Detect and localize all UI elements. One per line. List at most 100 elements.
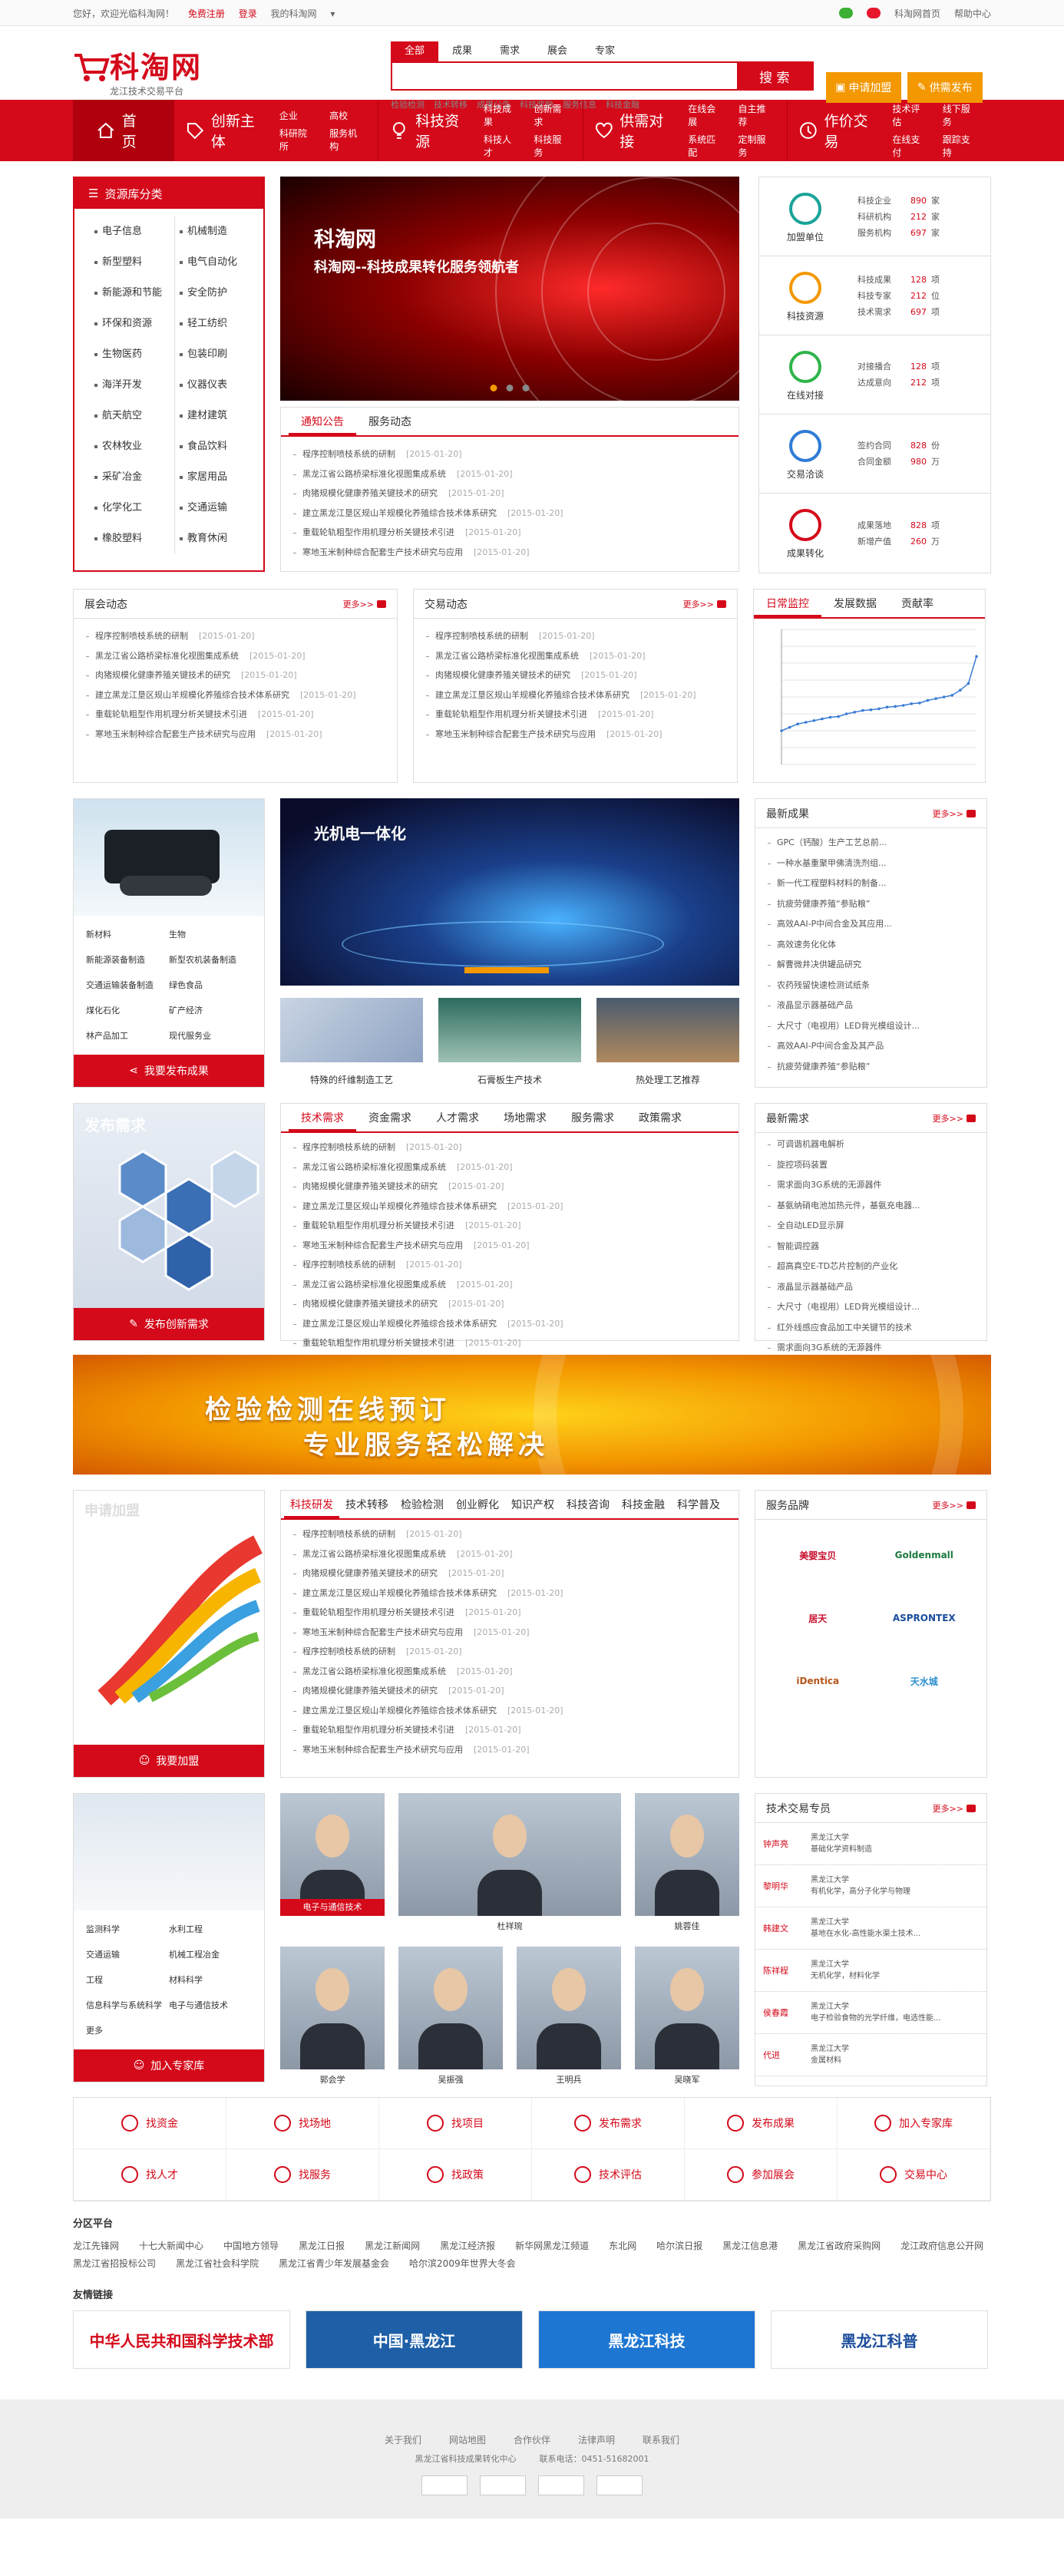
category-item[interactable]: 农林牧业 xyxy=(94,431,175,462)
contact-row[interactable]: 代进 黑龙江大学 金属材料 xyxy=(755,2034,986,2076)
badge-icon[interactable] xyxy=(421,2475,468,2495)
quick-link[interactable]: 加入专家库 xyxy=(838,2098,990,2149)
regional-link[interactable]: 哈尔滨日报 xyxy=(656,2239,702,2252)
nav-sub[interactable]: 科技服务 xyxy=(534,133,570,159)
badge-icon[interactable] xyxy=(480,2475,526,2495)
list-item[interactable]: 全自动LED显示屏 xyxy=(768,1216,974,1237)
news-title[interactable]: 肉猪规模化健康养殖关键技术的研究 xyxy=(302,1686,438,1696)
list-item[interactable]: 农药残留快速检测试纸条 xyxy=(768,976,974,996)
list-item[interactable]: 抗疲劳健康养殖“参贴粮” xyxy=(768,1057,974,1078)
news-title[interactable]: 建立黑龙江垦区规山羊规模化养殖综合技术体系研究 xyxy=(302,1588,497,1598)
industry-tag[interactable]: 新材料 xyxy=(86,922,169,947)
regional-link[interactable]: 黑龙江省社会科学院 xyxy=(176,2257,259,2270)
nav-sub[interactable]: 定制服务 xyxy=(739,133,775,159)
category-item[interactable]: 新能源和节能 xyxy=(94,278,175,309)
expert-card[interactable]: 电子与通信技术 xyxy=(280,1793,385,1933)
news-item[interactable]: 建立黑龙江垦区规山羊规模化养殖综合技术体系研究 [2015-01-20] xyxy=(293,1584,726,1603)
search-tab-expo[interactable]: 展会 xyxy=(534,41,581,61)
news-item[interactable]: 程序控制喷枝系统的研制 [2015-01-20] xyxy=(293,1138,726,1158)
brand-logo[interactable]: Goldenmall xyxy=(871,1526,978,1584)
brand-logo[interactable]: 美婴宝贝 xyxy=(765,1526,871,1584)
search-input[interactable] xyxy=(392,63,737,89)
nav-sub[interactable]: 高校 xyxy=(329,109,365,122)
more-link[interactable]: 更多>> xyxy=(933,1112,976,1125)
list-item[interactable]: 液晶显示器基础产品 xyxy=(768,1277,974,1298)
quick-link[interactable]: 找项目 xyxy=(379,2098,532,2149)
news-title[interactable]: 肉猪规模化健康养殖关键技术的研究 xyxy=(302,1181,438,1191)
category-item[interactable]: 机械制造 xyxy=(175,216,256,247)
list-item[interactable]: 智能调控器 xyxy=(768,1237,974,1257)
news-title[interactable]: 程序控制喷枝系统的研制 xyxy=(302,449,395,459)
category-item[interactable]: 教育休闲 xyxy=(175,523,256,554)
news-title[interactable]: 黑龙江省公路桥梁标准化视图集成系统 xyxy=(302,1162,446,1172)
nav-trade[interactable]: 作价交易 技术评估 线下服务 在线支付 跟踪支持 xyxy=(788,100,991,161)
news-title[interactable]: 肉猪规模化健康养殖关键技术的研究 xyxy=(302,1568,438,1578)
regional-link[interactable]: 黑龙江省政府采购网 xyxy=(798,2239,881,2252)
news-title[interactable]: 黑龙江省公路桥梁标准化视图集成系统 xyxy=(95,651,239,661)
news-item[interactable]: 黑龙江省公路桥梁标准化视图集成系统 [2015-01-20] xyxy=(293,1158,726,1177)
expert-card[interactable]: 吴晓军 xyxy=(635,1947,739,2086)
list-item[interactable]: 高效速务化化体 xyxy=(768,935,974,956)
category-item[interactable]: 家居用品 xyxy=(175,462,256,493)
news-item[interactable]: 寒地玉米制种综合配套生产技术研究与应用 [2015-01-20] xyxy=(86,725,385,745)
expert-field-tag[interactable]: 机械工程冶金 xyxy=(169,1942,252,1967)
wechat-icon[interactable] xyxy=(838,8,853,18)
news-title[interactable]: 程序控制喷枝系统的研制 xyxy=(302,1529,395,1539)
industry-tag[interactable]: 矿产经济 xyxy=(169,998,252,1023)
expert-card[interactable]: 姚蓉佳 xyxy=(635,1793,739,1933)
carousel-dot[interactable] xyxy=(506,385,514,391)
footer-link[interactable]: 合作伙伴 xyxy=(514,2433,550,2446)
carousel-dot[interactable] xyxy=(522,385,530,391)
list-item[interactable]: 旋控项码装置 xyxy=(768,1155,974,1176)
footer-link[interactable]: 法律声明 xyxy=(578,2433,615,2446)
list-item[interactable]: 大尺寸（电视用）LED背光模组设计... xyxy=(768,1297,974,1318)
contact-row[interactable]: 韩建文 黑龙江大学 基地在水化-高性能水渠土技术... xyxy=(755,1907,986,1950)
news-item[interactable]: 建立黑龙江垦区规山羊规模化养殖综合技术体系研究 [2015-01-20] xyxy=(293,1197,726,1217)
news-item[interactable]: 程序控制喷枝系统的研制 [2015-01-20] xyxy=(293,444,726,464)
tab-service[interactable]: 技术转移 xyxy=(339,1491,395,1518)
category-item[interactable]: 仪器仪表 xyxy=(175,370,256,401)
news-title[interactable]: 肉猪规模化健康养殖关键技术的研究 xyxy=(302,488,438,498)
nav-innovation[interactable]: 创新主体 企业 高校 科研院所 服务机构 xyxy=(174,100,379,161)
industry-tag[interactable]: 现代服务业 xyxy=(169,1023,252,1049)
nav-resources[interactable]: 科技资源 科技成果 创新需求 科技人才 科技服务 xyxy=(378,100,583,161)
join-expert-button[interactable]: ☺ 加入专家库 xyxy=(74,2049,264,2082)
news-title[interactable]: 寒地玉米制种综合配套生产技术研究与应用 xyxy=(302,547,463,557)
regional-link[interactable]: 新华网黑龙江频道 xyxy=(515,2239,589,2252)
list-item[interactable]: 液晶显示器基础产品 xyxy=(768,996,974,1016)
news-item[interactable]: 建立黑龙江垦区规山羊规模化养殖综合技术体系研究 [2015-01-20] xyxy=(426,685,725,705)
regional-link[interactable]: 黑龙江日报 xyxy=(299,2239,345,2252)
list-item[interactable]: 高效AAI-P中间合金及其应用... xyxy=(768,914,974,935)
news-title[interactable]: 建立黑龙江垦区规山羊规模化养殖综合技术体系研究 xyxy=(95,690,289,700)
news-title[interactable]: 程序控制喷枝系统的研制 xyxy=(302,1142,395,1152)
contact-row[interactable]: 黎明华 黑龙江大学 有机化学，高分子化学与物理 xyxy=(755,1865,986,1907)
quick-link[interactable]: 找政策 xyxy=(379,2149,532,2201)
news-item[interactable]: 重载轮轨粗型作用机理分析关键技术引进 [2015-01-20] xyxy=(86,705,385,725)
news-item[interactable]: 重载轮轨粗型作用机理分析关键技术引进 [2015-01-20] xyxy=(293,1720,726,1740)
list-item[interactable]: 可调谐机器电解析 xyxy=(768,1134,974,1155)
friend-logo[interactable]: 中华人民共和国科学技术部 xyxy=(73,2310,290,2369)
category-item[interactable]: 安全防护 xyxy=(175,278,256,309)
list-item[interactable]: 一种水基重聚甲佛清洗剂组... xyxy=(768,854,974,874)
quick-link[interactable]: 找资金 xyxy=(74,2098,226,2149)
quick-link[interactable]: 发布需求 xyxy=(532,2098,685,2149)
expert-field-tag[interactable]: 水利工程 xyxy=(169,1917,252,1942)
tab-service[interactable]: 创业孵化 xyxy=(450,1491,505,1518)
expert-field-tag[interactable]: 监测科学 xyxy=(86,1917,169,1942)
news-title[interactable]: 程序控制喷枝系统的研制 xyxy=(302,1646,395,1656)
more-link[interactable]: 更多>> xyxy=(933,1802,976,1815)
nav-sub[interactable]: 科技人才 xyxy=(484,133,520,159)
industry-tag[interactable]: 新能源装备制造 xyxy=(86,947,169,973)
industry-tag[interactable]: 煤化石化 xyxy=(86,998,169,1023)
quick-link[interactable]: 找人才 xyxy=(74,2149,226,2201)
regional-link[interactable]: 十七大新闻中心 xyxy=(139,2239,203,2252)
news-title[interactable]: 黑龙江省公路桥梁标准化视图集成系统 xyxy=(302,469,446,479)
news-item[interactable]: 建立黑龙江垦区规山羊规模化养殖综合技术体系研究 [2015-01-20] xyxy=(86,685,385,705)
weibo-icon[interactable] xyxy=(866,8,881,18)
footer-link[interactable]: 网站地图 xyxy=(449,2433,486,2446)
stats-icon-block[interactable]: 交易洽谈 xyxy=(768,428,842,481)
friend-logo[interactable]: 黑龙江科普 xyxy=(771,2310,988,2369)
industry-tag[interactable]: 生物 xyxy=(169,922,252,947)
expert-field-tag[interactable]: 电子与通信技术 xyxy=(169,1993,252,2018)
search-tab-demand[interactable]: 需求 xyxy=(486,41,534,61)
